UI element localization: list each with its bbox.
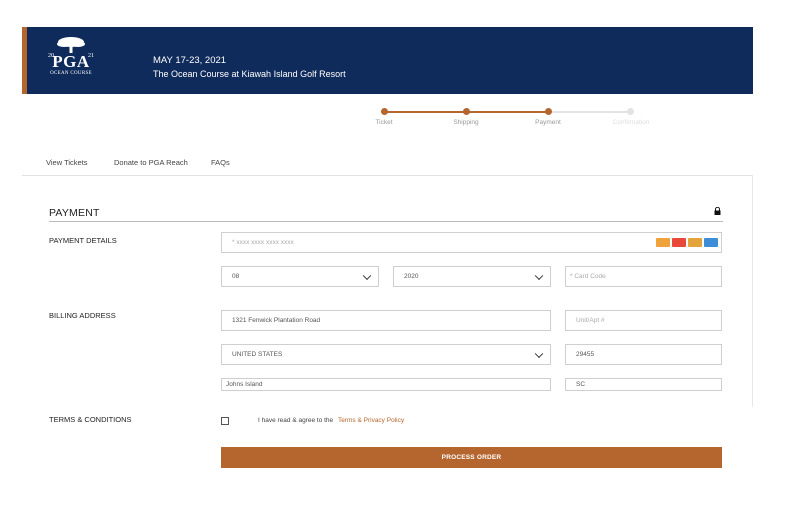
step-label-payment: Payment [535, 119, 561, 126]
card-number-input[interactable]: * xxxx xxxx xxxx xxxx [221, 232, 722, 253]
logo-subtext: OCEAN COURSE [50, 71, 92, 76]
exp-year-value: 2020 [404, 273, 419, 280]
terms-privacy-link[interactable]: Terms & Privacy Policy [338, 417, 404, 424]
exp-month-value: 08 [232, 273, 240, 280]
step-label-confirmation: Confirmation [612, 119, 650, 126]
nav-view-tickets[interactable]: View Tickets [46, 158, 88, 167]
country-value: UNITED STATES [232, 351, 283, 358]
amex-icon [704, 238, 718, 247]
event-date: MAY 17-23, 2021 [153, 55, 227, 66]
step-label-ticket: Ticket [375, 119, 393, 126]
payment-section-rule [49, 221, 723, 222]
unit-apt-input[interactable]: Unit/Apt # [565, 310, 722, 331]
mastercard-icon [672, 238, 686, 247]
visa-icon [688, 238, 702, 247]
step-dot-payment [545, 108, 552, 115]
payment-section-title: PAYMENT [49, 207, 100, 219]
step-dot-ticket [381, 108, 388, 115]
chevron-down-icon [534, 349, 544, 358]
logo-year-right: 21 [88, 53, 94, 59]
step-dot-shipping [463, 108, 470, 115]
terms-checkbox[interactable] [221, 417, 229, 425]
state-input[interactable]: SC [565, 378, 722, 391]
mastercard-icon [656, 238, 670, 247]
logo-year-left: 20 [48, 53, 54, 59]
event-venue: The Ocean Course at Kiawah Island Golf R… [153, 69, 346, 79]
header-accent-bar [22, 27, 27, 94]
city-input[interactable]: Johns Island [221, 378, 551, 391]
terms-label: TERMS & CONDITIONS [49, 415, 132, 424]
street-address-input[interactable]: 1321 Fenwick Plantation Road [221, 310, 551, 331]
nav-divider [22, 175, 753, 176]
pga-logo[interactable]: 20 21 PGA OCEAN COURSE [46, 36, 96, 86]
chevron-down-icon [534, 271, 544, 280]
event-header: 20 21 PGA OCEAN COURSE MAY 17-23, 2021 T… [22, 27, 753, 94]
nav-faqs[interactable]: FAQs [211, 158, 230, 167]
zip-input[interactable]: 29455 [565, 344, 722, 365]
nav-donate-pga-reach[interactable]: Donate to PGA Reach [114, 158, 188, 167]
exp-month-select[interactable]: 08 [221, 266, 379, 287]
step-label-shipping: Shipping [453, 119, 479, 126]
chevron-down-icon [362, 271, 372, 280]
process-order-button[interactable]: PROCESS ORDER [221, 447, 722, 468]
terms-text: I have read & agree to the [258, 417, 334, 424]
terms-agreement-text: I have read & agree to the Terms & Priva… [258, 417, 404, 424]
oak-tree-icon [57, 37, 85, 53]
billing-address-label: BILLING ADDRESS [49, 311, 116, 320]
payment-details-label: PAYMENT DETAILS [49, 236, 117, 245]
card-brand-logos [656, 238, 786, 247]
lock-icon [714, 207, 721, 215]
content-right-border [752, 175, 753, 407]
step-dot-confirmation [627, 108, 634, 115]
exp-year-select[interactable]: 2020 [393, 266, 551, 287]
progress-line-pending [549, 111, 631, 113]
card-code-input[interactable]: * Card Code [565, 266, 722, 287]
country-select[interactable]: UNITED STATES [221, 344, 551, 365]
